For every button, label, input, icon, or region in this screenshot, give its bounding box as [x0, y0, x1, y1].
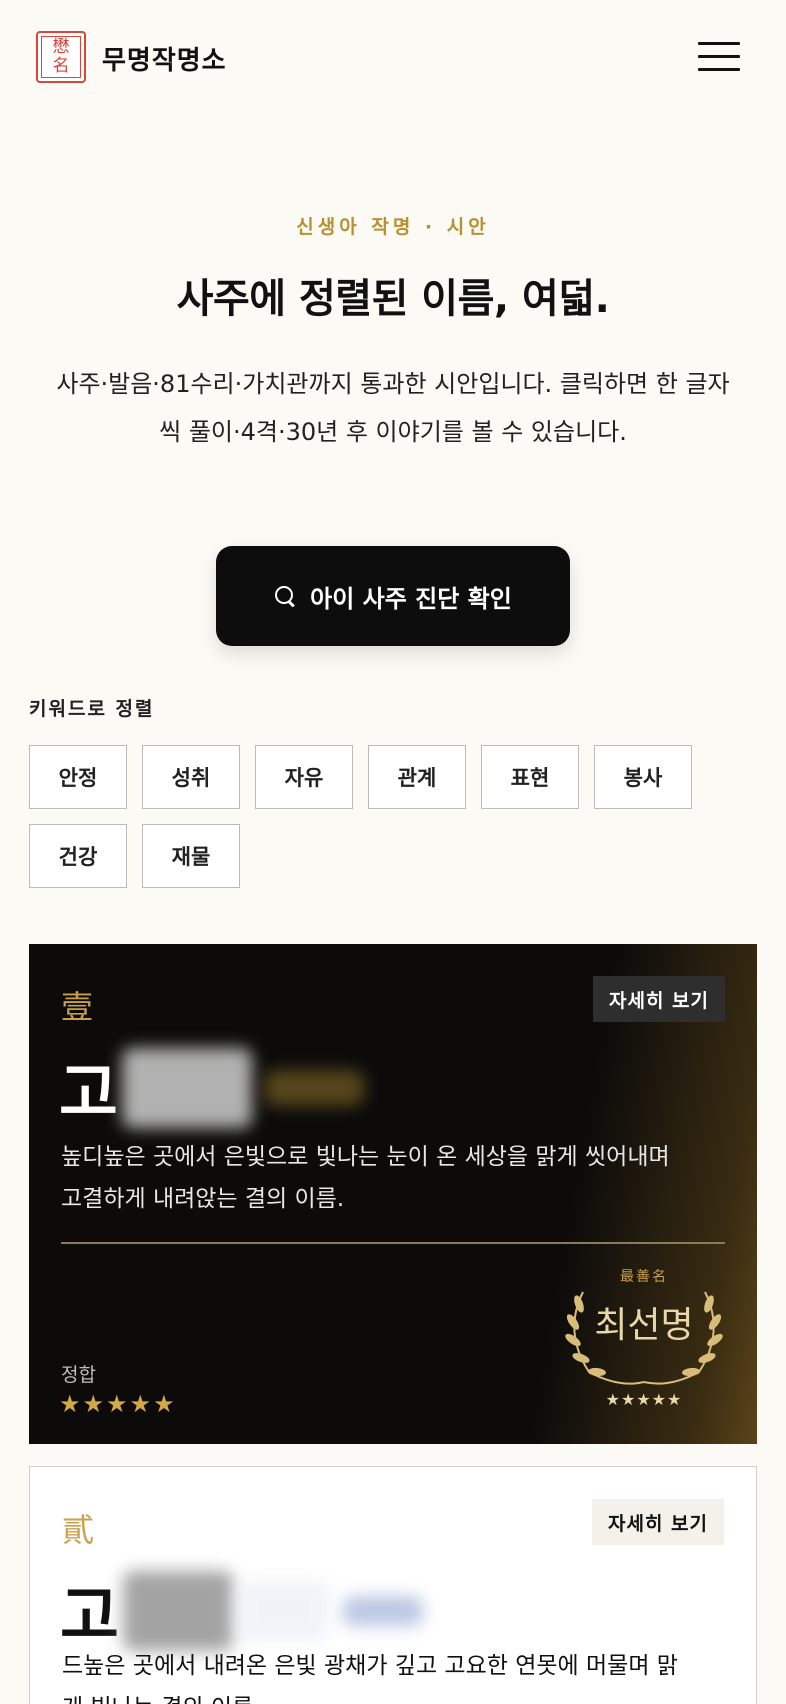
- name-row: 고: [59, 1040, 364, 1136]
- keyword-chip[interactable]: 봉사: [594, 745, 692, 809]
- divider: [61, 1242, 725, 1244]
- surname: 고: [59, 1057, 118, 1131]
- blurred-hanja: [263, 1070, 364, 1106]
- name-card[interactable]: 貳 자세히 보기 고 드높은 곳에서 내려온 은빛 광채가 깊고 고요한 연못에…: [29, 1466, 757, 1704]
- blurred-hanja: [342, 1596, 423, 1626]
- keyword-chip[interactable]: 표현: [481, 745, 579, 809]
- keyword-chip[interactable]: 건강: [29, 824, 127, 888]
- rank-label: 貳: [62, 1511, 95, 1549]
- search-icon: [274, 585, 296, 607]
- keyword-chip[interactable]: 성취: [142, 745, 240, 809]
- logo-char-2: 名: [52, 56, 70, 76]
- blurred-name-extra: [238, 1581, 329, 1641]
- badge-stars: ★★★★★: [605, 1390, 683, 1409]
- logo-seal[interactable]: 懋 名: [36, 31, 86, 83]
- logo-char-1: 懋: [52, 37, 70, 57]
- name-summary: 드높은 곳에서 내려온 은빛 광채가 깊고 고요한 연못에 머물며 맑게 빛나는…: [62, 1653, 678, 1704]
- saju-diagnosis-button[interactable]: 아이 사주 진단 확인: [216, 546, 570, 646]
- keyword-chip[interactable]: 자유: [255, 745, 353, 809]
- rank-label: 壹: [61, 988, 94, 1026]
- app-header: 懋 名 무명작명소: [0, 0, 786, 118]
- name-summary: 높디높은 곳에서 은빛으로 빛나는 눈이 온 세상을 맑게 씻어내며 고결하게 …: [61, 1144, 670, 1212]
- brand-name[interactable]: 무명작명소: [102, 40, 227, 77]
- keyword-chip[interactable]: 관계: [368, 745, 466, 809]
- detail-button[interactable]: 자세히 보기: [592, 976, 725, 1022]
- blurred-given-name: [121, 1048, 252, 1128]
- keyword-chip-list: 안정 성취 자유 관계 표현 봉사 건강 재물: [29, 745, 749, 888]
- badge-title: 최선명: [594, 1305, 694, 1346]
- page-title: 사주에 정렬된 이름, 여덟.: [176, 276, 610, 322]
- saju-diagnosis-label: 아이 사주 진단 확인: [310, 584, 512, 613]
- hero-eyebrow: 신생아 작명 · 시안: [296, 216, 490, 238]
- blurred-given-name: [122, 1571, 233, 1651]
- hero-description: 사주·발음·81수리·가치관까지 통과한 시안입니다. 클릭하면 한 글자씩 풀…: [56, 370, 730, 446]
- keyword-chip[interactable]: 안정: [29, 745, 127, 809]
- keyword-sort-label: 키워드로 정렬: [29, 698, 155, 720]
- detail-button[interactable]: 자세히 보기: [591, 1499, 724, 1545]
- fit-stars: ★★★★★: [59, 1390, 177, 1418]
- badge-caption: 最善名: [620, 1269, 668, 1285]
- best-name-badge: 最善名 최선명 ★★★★★: [549, 1266, 739, 1416]
- fit-label: 정합: [61, 1364, 96, 1386]
- keyword-chip[interactable]: 재물: [142, 824, 240, 888]
- hamburger-menu-icon[interactable]: [698, 42, 740, 74]
- surname: 고: [60, 1580, 119, 1654]
- name-card[interactable]: 壹 자세히 보기 고 높디높은 곳에서 은빛으로 빛나는 눈이 온 세상을 맑게…: [29, 944, 757, 1444]
